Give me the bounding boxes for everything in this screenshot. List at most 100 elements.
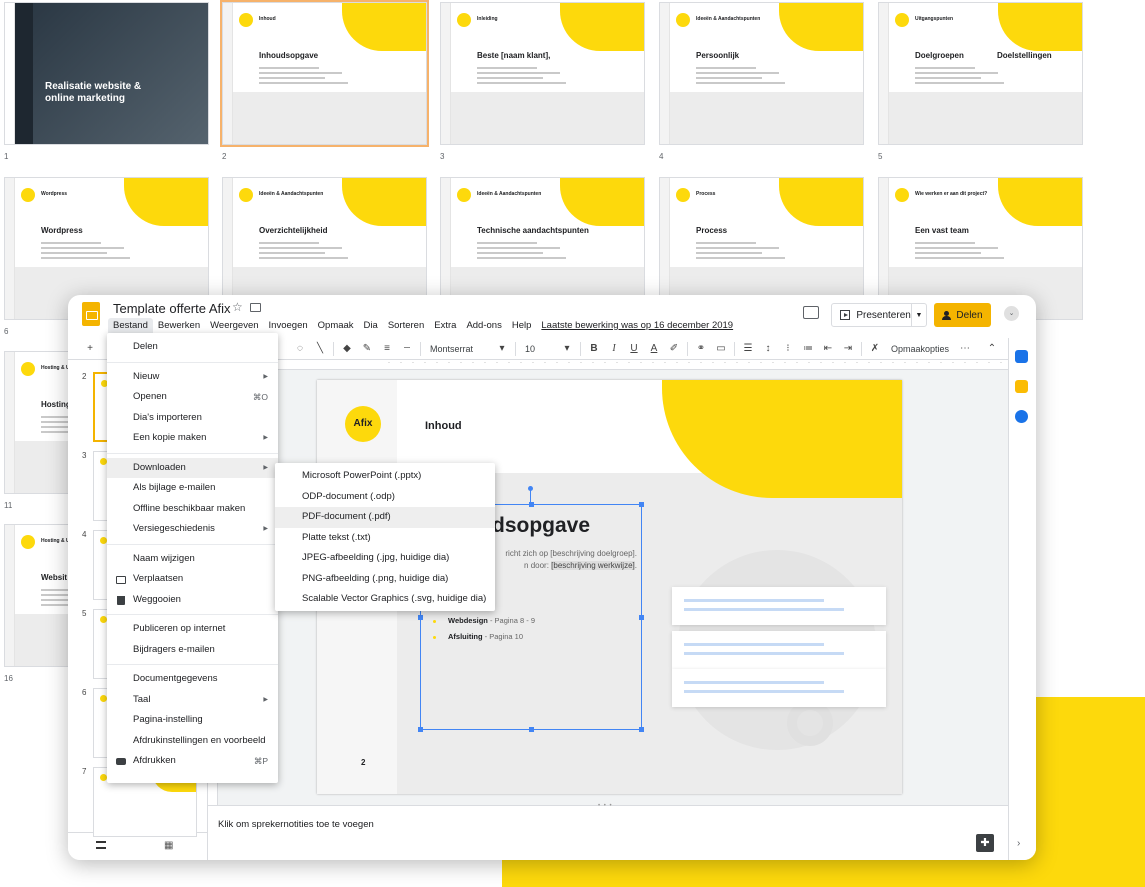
download-option[interactable]: Scalable Vector Graphics (.svg, huidige …	[275, 589, 495, 610]
format-options-button[interactable]: Opmaakopties	[885, 344, 955, 354]
collapse-icon[interactable]: ⌃	[982, 343, 1002, 354]
file-menu-item-weggooien[interactable]: Weggooien	[107, 590, 278, 611]
present-button[interactable]: Presenteren ▼	[831, 303, 927, 327]
line-spacing-icon[interactable]: ↕	[758, 343, 778, 354]
grid-slide-thumbnail[interactable]: Realisatie website & online marketing	[4, 2, 209, 145]
menu-opmaak[interactable]: Opmaak	[313, 318, 359, 336]
speaker-notes[interactable]: • • • Klik om sprekernotities toe te voe…	[208, 803, 1008, 860]
grid-view-icon[interactable]: ▦	[164, 840, 173, 851]
menu-extra[interactable]: Extra	[429, 318, 461, 336]
file-menu-item-documentgegevens[interactable]: Documentgegevens	[107, 669, 278, 690]
file-menu-item-een-kopie-maken[interactable]: Een kopie maken ▶	[107, 428, 278, 449]
share-button[interactable]: Delen	[934, 303, 991, 327]
file-menu-item-afdrukken[interactable]: Afdrukken ⌘P	[107, 751, 278, 772]
resize-handle[interactable]	[418, 727, 423, 732]
tasks-icon[interactable]	[1015, 410, 1028, 423]
horizontal-ruler[interactable]: · · · · · · · · · · · · · · · · · · · · · · · · · · · · · · · · · · · · · · · ·…	[208, 360, 1036, 370]
bulleted-list-icon[interactable]: ⁝	[778, 343, 798, 354]
indent-icon[interactable]: ⇤	[818, 343, 838, 354]
document-title[interactable]: Template offerte Afix	[113, 301, 231, 316]
shape-icon[interactable]: ◌	[290, 343, 310, 354]
menu-separator	[107, 361, 278, 363]
font-dropdown-icon[interactable]: ▾	[492, 343, 512, 354]
download-option[interactable]: JPEG-afbeelding (.jpg, huidige dia)	[275, 548, 495, 569]
notes-resize-grip[interactable]: • • •	[598, 803, 613, 809]
menu-addons[interactable]: Add-ons	[461, 318, 506, 336]
border-dash-icon[interactable]: ┄	[397, 343, 417, 354]
file-menu-item-als-bijlage-e-mailen[interactable]: Als bijlage e-mailen	[107, 478, 278, 499]
folder-icon[interactable]	[250, 303, 261, 312]
file-menu-item-dia-s-importeren[interactable]: Dia's importeren	[107, 408, 278, 429]
clear-formatting-icon[interactable]: ✗	[865, 343, 885, 354]
border-weight-icon[interactable]: ≡	[377, 343, 397, 354]
file-menu-item-publiceren-op-internet[interactable]: Publiceren op internet	[107, 619, 278, 640]
highlight-icon[interactable]: ✐	[664, 343, 684, 354]
line-icon[interactable]: ╲	[310, 343, 330, 354]
new-slide-icon[interactable]: +	[80, 343, 100, 354]
list-view-icon[interactable]	[96, 841, 106, 849]
ruler-tick: ·	[784, 360, 786, 366]
file-menu-item-nieuw[interactable]: Nieuw ▶	[107, 367, 278, 388]
menu-sorteren[interactable]: Sorteren	[383, 318, 429, 336]
underline-icon[interactable]: U	[624, 343, 644, 354]
text-color-icon[interactable]: A	[644, 343, 664, 354]
ruler-tick: ·	[388, 360, 390, 366]
font-size-select[interactable]: 10	[519, 344, 557, 354]
download-option[interactable]: PDF-document (.pdf)	[275, 507, 495, 528]
download-option[interactable]: Microsoft PowerPoint (.pptx)	[275, 466, 495, 487]
slide-header[interactable]: Inhoud	[425, 420, 462, 432]
file-menu-item-bijdragers-e-mailen[interactable]: Bijdragers e-mailen	[107, 640, 278, 661]
menu-help[interactable]: Help	[507, 318, 537, 336]
keep-icon[interactable]	[1015, 380, 1028, 393]
fill-color-icon[interactable]: ◆	[337, 343, 357, 354]
download-option[interactable]: ODP-document (.odp)	[275, 487, 495, 508]
resize-handle[interactable]	[639, 727, 644, 732]
slides-app-icon[interactable]	[82, 302, 100, 326]
download-option[interactable]: PNG-afbeelding (.png, huidige dia)	[275, 569, 495, 590]
resize-handle[interactable]	[418, 615, 423, 620]
expand-panel-icon[interactable]: ›	[1017, 838, 1020, 849]
download-option[interactable]: Platte tekst (.txt)	[275, 528, 495, 549]
align-icon[interactable]: ☰	[738, 343, 758, 354]
file-menu-item-openen[interactable]: Openen ⌘O	[107, 387, 278, 408]
resize-handle[interactable]	[639, 502, 644, 507]
file-menu-item-verplaatsen[interactable]: Verplaatsen	[107, 569, 278, 590]
border-color-icon[interactable]: ✎	[357, 343, 377, 354]
bold-icon[interactable]: B	[584, 343, 604, 354]
last-edit-link[interactable]: Laatste bewerking was op 16 december 201…	[536, 318, 738, 336]
resize-handle[interactable]	[529, 727, 534, 732]
grid-slide-thumbnail[interactable]: Uitgangspunten Doelgroepen Doelstellingen	[878, 2, 1083, 145]
more-icon[interactable]: ⋯	[955, 343, 975, 354]
file-menu-item-offline-beschikbaar-maken[interactable]: Offline beschikbaar maken	[107, 499, 278, 520]
account-avatar[interactable]: ⌄	[1004, 306, 1019, 321]
link-icon[interactable]: ⚭	[691, 343, 711, 354]
rotate-handle[interactable]	[528, 486, 533, 491]
explore-icon[interactable]: ✚	[976, 834, 994, 852]
speaker-notes-placeholder: Klik om sprekernotities toe te voegen	[218, 819, 374, 830]
resize-handle[interactable]	[639, 615, 644, 620]
file-menu-item-pagina-instelling[interactable]: Pagina-instelling	[107, 710, 278, 731]
present-dropdown-arrow-icon[interactable]: ▼	[910, 304, 926, 326]
resize-handle[interactable]	[529, 502, 534, 507]
grid-slide-thumbnail[interactable]: Inleiding Beste [naam klant],	[440, 2, 645, 145]
afix-logo	[676, 13, 690, 27]
file-menu-item-taal[interactable]: Taal ▶	[107, 690, 278, 711]
comment-add-icon[interactable]: ▭	[711, 343, 731, 354]
star-icon[interactable]: ☆	[232, 300, 243, 314]
grid-slide-thumbnail[interactable]: Inhoud Inhoudsopgave	[220, 0, 429, 147]
ruler-tick: ·	[760, 360, 762, 366]
outdent-icon[interactable]: ⇥	[838, 343, 858, 354]
file-menu-item-downloaden[interactable]: Downloaden ▶	[107, 457, 278, 478]
file-menu-item-versiegeschiedenis[interactable]: Versiegeschiedenis ▶	[107, 519, 278, 540]
calendar-icon[interactable]	[1015, 350, 1028, 363]
file-menu-item-naam-wijzigen[interactable]: Naam wijzigen	[107, 549, 278, 570]
file-menu-item-afdrukinstellingen-en-voorbeeld[interactable]: Afdrukinstellingen en voorbeeld	[107, 731, 278, 752]
comment-icon[interactable]	[803, 306, 819, 319]
font-size-dropdown-icon[interactable]: ▾	[557, 343, 577, 354]
file-menu-item-delen[interactable]: Delen	[107, 337, 278, 358]
numbered-list-icon[interactable]: ≔	[798, 343, 818, 354]
grid-slide-thumbnail[interactable]: Ideeën & Aandachtspunten Persoonlijk	[659, 2, 864, 145]
font-select[interactable]: Montserrat	[424, 344, 492, 354]
menu-dia[interactable]: Dia	[359, 318, 383, 336]
italic-icon[interactable]: I	[604, 343, 624, 354]
